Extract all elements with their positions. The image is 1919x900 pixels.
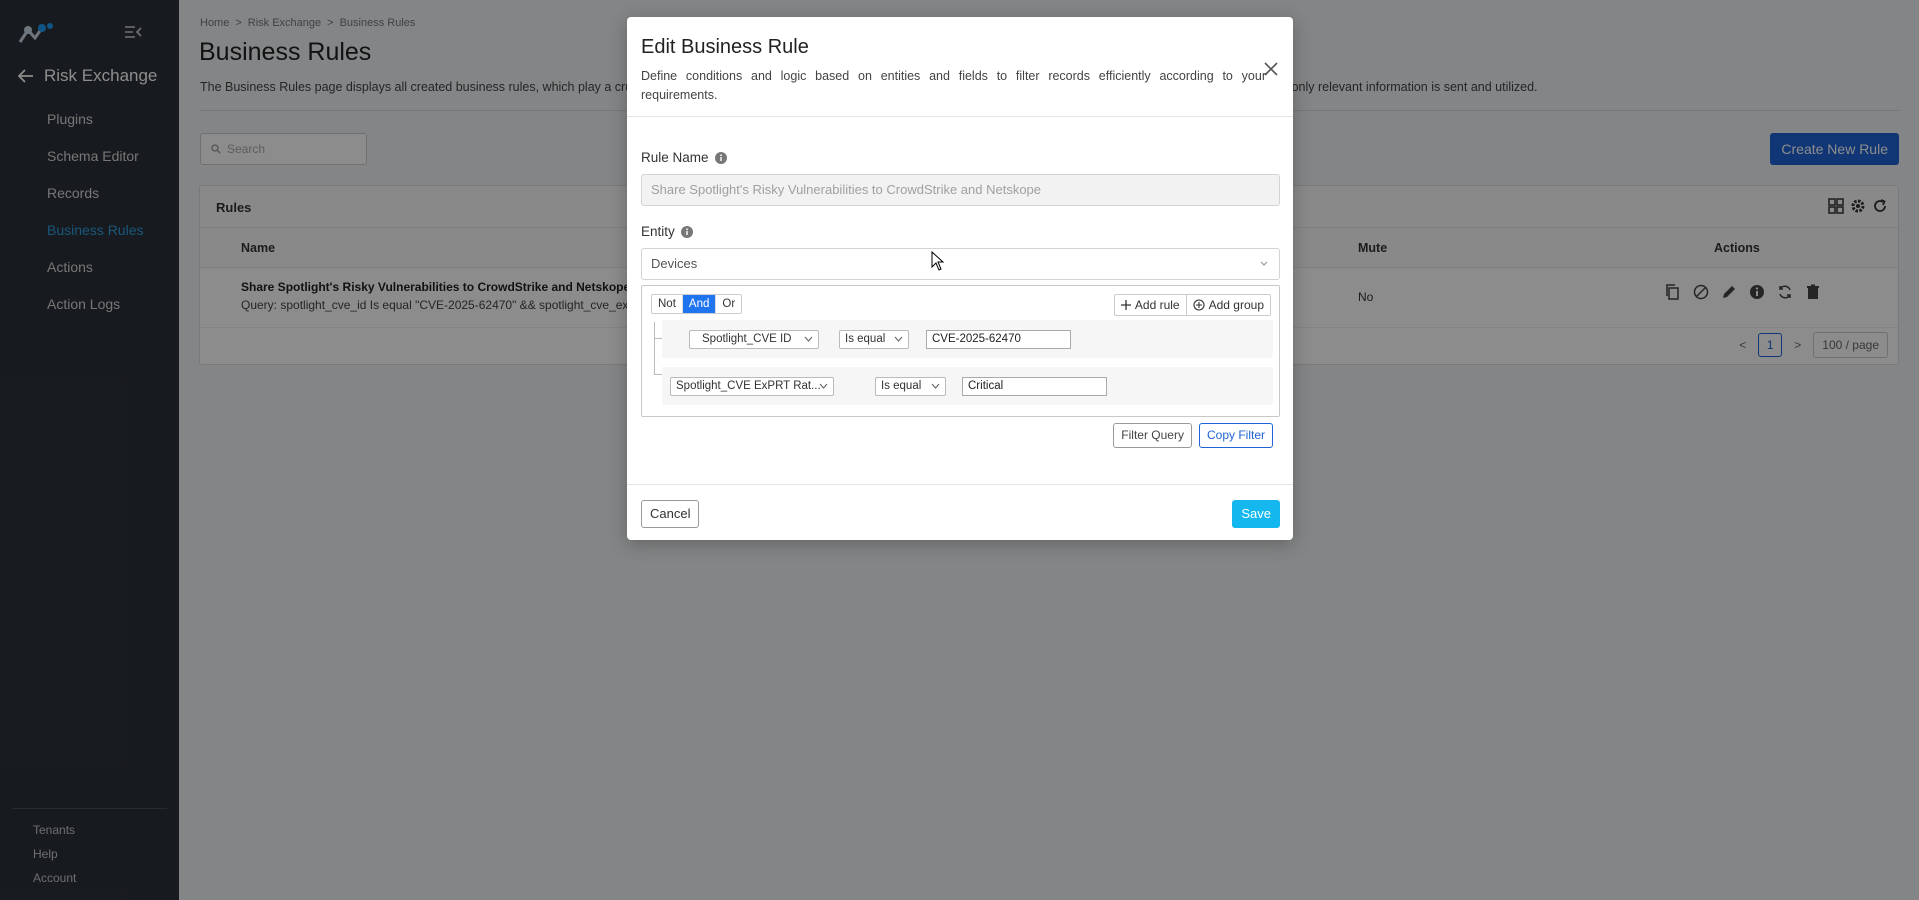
combinator-group: Not And Or bbox=[651, 294, 743, 314]
filter-actions: Filter Query Copy Filter bbox=[1113, 423, 1273, 448]
copy-filter-button[interactable]: Copy Filter bbox=[1198, 423, 1273, 448]
chevron-down-icon bbox=[819, 383, 828, 389]
entity-select[interactable]: Devices bbox=[641, 248, 1280, 280]
modal-description: Define conditions and logic based on ent… bbox=[641, 69, 1266, 102]
save-button[interactable]: Save bbox=[1232, 500, 1280, 528]
combinator-and[interactable]: And bbox=[682, 295, 717, 313]
rule-value-input[interactable]: Critical bbox=[962, 377, 1107, 396]
rule-operator-select[interactable]: Is equal bbox=[875, 377, 946, 396]
add-rule-label: Add rule bbox=[1134, 297, 1180, 312]
add-group-label: Add group bbox=[1208, 297, 1264, 312]
rule-name-field[interactable]: Share Spotlight's Risky Vulnerabilities … bbox=[641, 174, 1280, 206]
entity-selected-value: Devices bbox=[651, 256, 698, 271]
chevron-down-icon bbox=[894, 336, 903, 342]
cancel-button[interactable]: Cancel bbox=[641, 500, 700, 528]
query-builder: Not And Or Add rule Add group Spotlight_… bbox=[641, 285, 1280, 417]
mouse-cursor-icon bbox=[931, 251, 945, 271]
rule-operator-select[interactable]: Is equal bbox=[839, 330, 909, 349]
modal-footer-divider bbox=[627, 484, 1293, 485]
entity-label: Entity bbox=[641, 224, 693, 239]
rule-field-value: Spotlight_CVE ExPRT Rat... bbox=[676, 380, 821, 392]
rule-operator-value: Is equal bbox=[881, 380, 922, 392]
chevron-down-icon bbox=[931, 383, 940, 389]
combinator-not[interactable]: Not bbox=[652, 295, 683, 313]
add-group-button[interactable]: Add group bbox=[1187, 295, 1270, 315]
rule-row: Spotlight_CVE ID Is equal CVE-2025-62470 bbox=[662, 320, 1273, 358]
plus-circle-icon bbox=[1193, 299, 1205, 311]
chevron-down-icon bbox=[804, 336, 813, 342]
rule-operator-value: Is equal bbox=[845, 333, 886, 345]
info-icon[interactable] bbox=[714, 151, 727, 164]
rule-name-label: Rule Name bbox=[641, 150, 727, 165]
entity-label-text: Entity bbox=[641, 224, 675, 239]
rule-field-value: Spotlight_CVE ID bbox=[702, 333, 792, 345]
rule-value-input[interactable]: CVE-2025-62470 bbox=[926, 330, 1071, 349]
query-builder-actions: Add rule Add group bbox=[1113, 294, 1271, 316]
rule-field-select[interactable]: Spotlight_CVE ID bbox=[689, 330, 819, 349]
edit-business-rule-modal: Edit Business Rule Define conditions and… bbox=[627, 17, 1293, 540]
rule-name-label-text: Rule Name bbox=[641, 150, 709, 165]
filter-query-button[interactable]: Filter Query bbox=[1113, 423, 1192, 448]
modal-title: Edit Business Rule bbox=[641, 36, 809, 58]
rule-field-select[interactable]: Spotlight_CVE ExPRT Rat... bbox=[670, 377, 834, 396]
add-rule-button[interactable]: Add rule bbox=[1115, 295, 1187, 315]
chevron-down-icon bbox=[1260, 261, 1268, 266]
modal-divider bbox=[627, 116, 1293, 117]
plus-icon bbox=[1120, 300, 1131, 310]
info-icon[interactable] bbox=[680, 225, 693, 238]
combinator-or[interactable]: Or bbox=[716, 295, 741, 313]
rule-row: Spotlight_CVE ExPRT Rat... Is equal Crit… bbox=[662, 367, 1273, 405]
